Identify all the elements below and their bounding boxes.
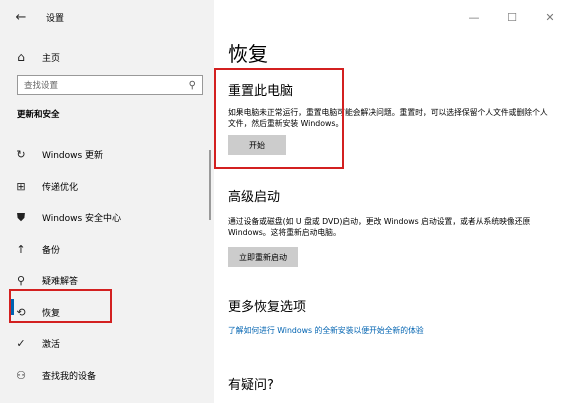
fresh-install-link[interactable]: 了解如何进行 Windows 的全新安装以便开始全新的体验 (228, 325, 424, 336)
activation-icon: ✓ (16, 337, 26, 351)
search-input[interactable]: 查找设置 ⚲ (17, 75, 203, 95)
nav-list: ↻ Windows 更新 ⊞ 传递优化 ⛊ Windows 安全中心 ↑ 备份 … (0, 139, 214, 391)
sidebar: ← 设置 ⌂ 主页 查找设置 ⚲ 更新和安全 ↻ Windows 更新 ⊞ 传递… (0, 0, 214, 403)
sidebar-item-label: Windows 安全中心 (42, 214, 122, 225)
backup-icon: ↑ (16, 242, 26, 256)
more-recovery-title: 更多恢复选项 (228, 300, 307, 315)
search-icon: ⚲ (188, 79, 196, 91)
sidebar-item-windows-update[interactable]: ↻ Windows 更新 (0, 139, 214, 171)
sidebar-item-label: 激活 (42, 340, 61, 351)
maximize-icon: ☐ (507, 10, 517, 24)
sidebar-item-label: 备份 (42, 245, 61, 256)
recovery-highlight-box (9, 289, 112, 323)
titlebar-left: ← 设置 (0, 0, 214, 34)
shield-icon: ⛊ (16, 210, 26, 224)
minimize-button[interactable]: — (455, 0, 493, 34)
page-title: 恢复 (228, 42, 268, 66)
advanced-startup-description: 通过设备或磁盘(如 U 盘或 DVD)启动，更改 Windows 启动设置，或者… (228, 217, 531, 237)
sidebar-item-find-my-device[interactable]: ⚇ 查找我的设备 (0, 360, 214, 392)
maximize-button[interactable]: ☐ (493, 0, 531, 34)
sidebar-item-label: 查找我的设备 (42, 371, 97, 382)
refresh-icon: ↻ (16, 148, 26, 162)
question-title: 有疑问? (228, 378, 274, 393)
sidebar-item-label: Windows 更新 (42, 151, 104, 162)
back-button[interactable]: ← (0, 0, 42, 34)
window-controls: — ☐ ✕ (455, 0, 569, 34)
advanced-startup-title: 高级启动 (228, 190, 281, 205)
section-title: 更新和安全 (17, 110, 60, 120)
find-device-icon: ⚇ (16, 368, 26, 382)
app-title: 设置 (46, 13, 65, 24)
sidebar-item-home[interactable]: ⌂ 主页 (0, 44, 214, 70)
sidebar-item-activation[interactable]: ✓ 激活 (0, 328, 214, 360)
home-icon: ⌂ (17, 50, 25, 64)
sidebar-item-windows-security[interactable]: ⛊ Windows 安全中心 (0, 202, 214, 234)
sidebar-item-label: 传递优化 (42, 182, 79, 193)
reset-highlight-box (214, 68, 344, 169)
wrench-icon: ⚲ (16, 274, 26, 288)
close-icon: ✕ (545, 10, 555, 24)
settings-window: ← 设置 ⌂ 主页 查找设置 ⚲ 更新和安全 ↻ Windows 更新 ⊞ 传递… (0, 0, 569, 403)
search-placeholder: 查找设置 (24, 81, 59, 91)
minimize-icon: — (468, 10, 480, 24)
back-arrow-icon: ← (15, 9, 27, 25)
sidebar-item-label: 疑难解答 (42, 277, 79, 288)
close-button[interactable]: ✕ (531, 0, 569, 34)
sidebar-item-backup[interactable]: ↑ 备份 (0, 234, 214, 266)
restart-now-button[interactable]: 立即重新启动 (228, 247, 298, 267)
sidebar-item-delivery-optimization[interactable]: ⊞ 传递优化 (0, 171, 214, 203)
delivery-optimization-icon: ⊞ (16, 179, 26, 193)
sidebar-scrollbar[interactable] (209, 150, 211, 220)
home-label: 主页 (42, 53, 61, 64)
